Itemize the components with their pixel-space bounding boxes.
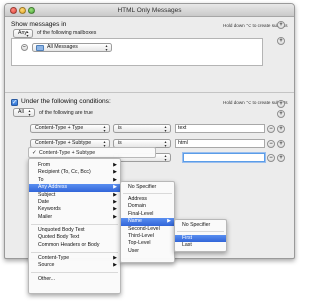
menu-item-source[interactable]: Source ▶ (29, 262, 120, 269)
menu-item-subject[interactable]: Subject ▶ (29, 192, 120, 199)
menu-item-final-level[interactable]: Final-Level (121, 211, 174, 218)
mailbox-icon (36, 45, 44, 51)
menu-item-second-level[interactable]: Second-Level (121, 226, 174, 233)
all-conditions-popup[interactable]: All ▴ ▾ (13, 108, 35, 117)
menu-item-user[interactable]: User (121, 248, 174, 255)
add-condition-button[interactable]: + (277, 154, 285, 162)
remove-condition-button[interactable]: − (267, 154, 275, 162)
submenu-arrow-icon: ▶ (113, 184, 117, 191)
condition-value-field[interactable]: text (175, 124, 265, 133)
menu-item-date[interactable]: Date ▶ (29, 199, 120, 206)
field-menu: From ▶ Recipient (To, Cc, Bcc) ▶ To ▶ Any A… (28, 158, 121, 294)
submenu-arrow-icon: ▶ (113, 255, 117, 261)
condition-operator-popup[interactable]: is ▴▾ (113, 124, 171, 133)
menu-separator (123, 193, 172, 194)
menu-item-last[interactable]: Last (175, 242, 226, 249)
menu-separator (177, 231, 224, 232)
menu-item-common-headers[interactable]: Common Headers or Body (29, 242, 120, 249)
add-condition-button[interactable]: + (277, 140, 285, 148)
remove-condition-button[interactable]: − (267, 125, 275, 133)
name-submenu: No Specifier First Last (174, 219, 227, 252)
submenu-arrow-icon: ▶ (113, 169, 117, 176)
conditions-true-label: of the following are true (39, 110, 93, 116)
field-popup-open[interactable]: ✓ Content-Type + Subtype (28, 147, 156, 158)
any-mailbox-popup[interactable]: Any ▴ ▾ (13, 29, 33, 38)
menu-separator (31, 251, 118, 253)
section-divider (5, 92, 294, 93)
submenu-arrow-icon: ▶ (113, 199, 117, 205)
menu-item-quoted-body[interactable]: Quoted Body Text (29, 234, 120, 241)
menu-item-content-type[interactable]: Content-Type ▶ (29, 255, 120, 262)
add-condition-button[interactable]: + (277, 125, 285, 133)
selected-field-label: Content-Type + Subtype (39, 150, 96, 156)
submenu-arrow-icon: ▶ (167, 218, 171, 225)
menu-item-to[interactable]: To ▶ (29, 177, 120, 184)
show-messages-label: Show messages in (11, 21, 67, 28)
mailbox-popup[interactable]: All Messages ▴ ▾ (32, 43, 112, 52)
menu-separator (31, 223, 118, 225)
menu-item-first[interactable]: First (175, 234, 226, 242)
menu-item-any-address[interactable]: Any Address ▶ (29, 184, 120, 192)
menu-item-recipient[interactable]: Recipient (To, Cc, Bcc) ▶ (29, 169, 120, 176)
menu-item-top-level[interactable]: Top-Level (121, 240, 174, 247)
add-condition-group-button[interactable]: + (277, 100, 285, 108)
menu-item-keywords[interactable]: Keywords ▶ (29, 206, 120, 213)
window-title: HTML Only Messages (117, 7, 182, 14)
menu-item-name[interactable]: Name ▶ (121, 218, 174, 226)
add-condition-button-top[interactable]: + (277, 110, 285, 118)
menu-item-unquoted-body[interactable]: Unquoted Body Text (29, 227, 120, 234)
condition-value-field-focused[interactable] (183, 153, 265, 162)
mailboxes-label: of the following mailboxes (37, 30, 97, 36)
menu-item-no-specifier[interactable]: No Specifier (121, 184, 174, 191)
checkmark-icon: ✓ (32, 150, 37, 156)
condition-field-popup[interactable]: Content-Type + Type ▴ ▾ (30, 124, 110, 133)
conditions-checkbox[interactable]: ✓ (11, 99, 18, 106)
add-mailbox-group-button[interactable]: + (277, 21, 285, 29)
menu-item-name-no-specifier[interactable]: No Specifier (175, 222, 226, 229)
menu-item-domain[interactable]: Domain (121, 203, 174, 210)
submenu-arrow-icon: ▶ (113, 176, 117, 183)
submenu-arrow-icon: ▶ (113, 213, 117, 220)
remove-condition-button[interactable]: − (267, 140, 275, 148)
menu-item-from[interactable]: From ▶ (29, 162, 120, 169)
menu-item-address[interactable]: Address (121, 196, 174, 203)
menu-item-other[interactable]: Other... (29, 276, 120, 283)
menu-item-mailer[interactable]: Mailer ▶ (29, 214, 120, 221)
submenu-arrow-icon: ▶ (113, 206, 117, 213)
titlebar: HTML Only Messages (5, 4, 294, 17)
remove-mailbox-button[interactable]: − (21, 44, 28, 51)
submenu-arrow-icon: ▶ (113, 262, 117, 269)
menu-separator (31, 272, 118, 273)
address-submenu: No Specifier Address Domain Final-Level … (120, 181, 175, 263)
condition-value-field[interactable]: html (175, 139, 265, 148)
submenu-arrow-icon: ▶ (113, 162, 117, 168)
add-mailbox-button[interactable]: + (277, 37, 285, 45)
menu-item-third-level[interactable]: Third-Level (121, 233, 174, 240)
conditions-label: Under the following conditions: (21, 98, 111, 105)
submenu-arrow-icon: ▶ (113, 191, 117, 198)
